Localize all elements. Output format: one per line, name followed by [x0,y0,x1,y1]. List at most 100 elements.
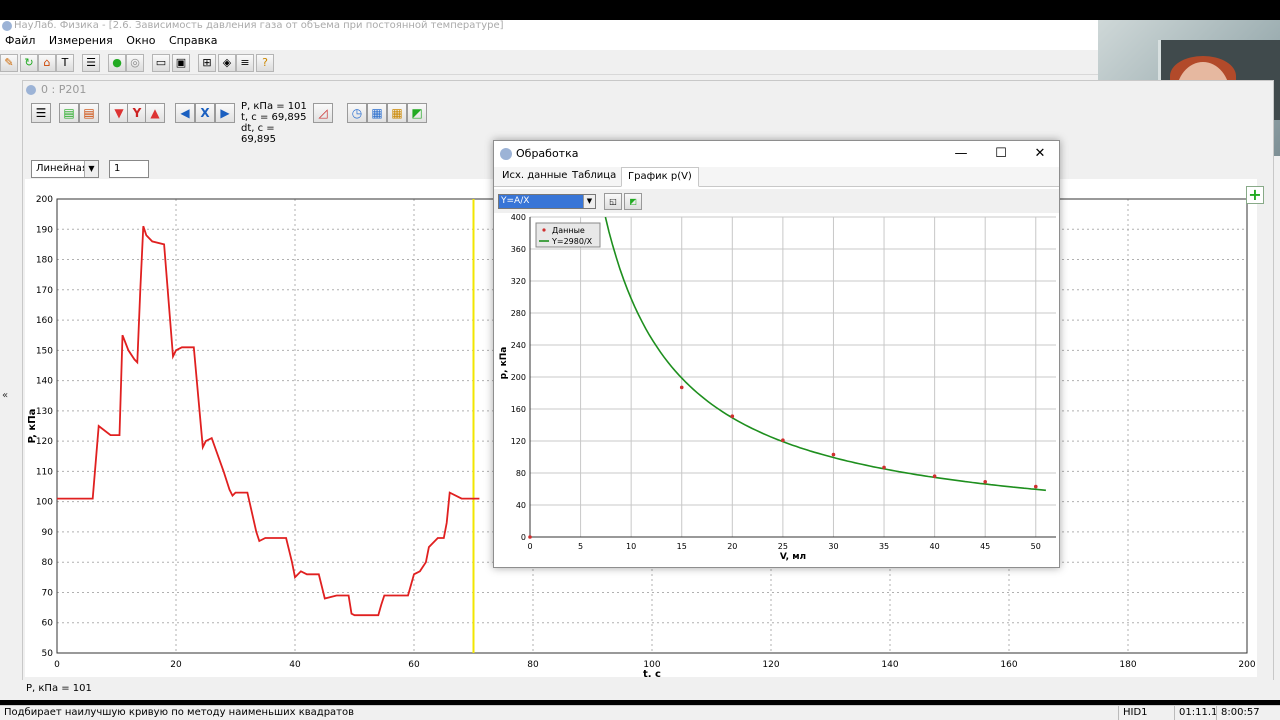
child-window-title: 0 : P201 [41,83,87,96]
chevron-down-icon: ▼ [583,195,595,208]
x-axis-label: V, мл [780,552,806,562]
menu-measurements[interactable]: Измерения [44,32,118,50]
y-axis-label: P, кПа [27,409,38,444]
pressure-volume-chart[interactable]: 0 5 10 15 20 25 30 35 40 45 50 0 40 80 120 160 200 240 280… [494,213,1059,567]
readout-pressure: P, кПа = 101 [241,101,307,112]
window-title: НауЛаб. Физика - [2.6. Зависимость давле… [14,20,504,31]
menu-window[interactable]: Окно [121,32,160,50]
x-tick-label: 20 [727,542,737,551]
close-button[interactable]: ✕ [1020,141,1060,167]
export-icon[interactable]: ◩ [407,103,427,123]
data-point [1033,484,1038,489]
x-tick-label: 50 [1031,542,1041,551]
fit-curve-line [604,217,1046,492]
child-app-icon [26,85,36,95]
menu-file[interactable]: Файл [0,32,40,50]
tab-source-data[interactable]: Исх. данные [496,167,573,187]
window-title-bar: НауЛаб. Физика - [2.6. Зависимость давле… [0,20,1098,32]
x-tick-label: 40 [930,542,940,551]
right-arrow-icon[interactable]: ▶ [215,103,235,123]
stop-icon[interactable]: ◎ [126,54,144,72]
data-point [882,465,886,470]
main-toolbar: ✎ ↻ ⌂ T ☰ ● ◎ ▭ ▣ ⊞ ◈ ≡ ? [0,51,1280,75]
y-tick-label: 110 [36,467,53,477]
y-tick-label: 80 [516,469,526,478]
scale-value: 1 [114,163,121,174]
app-icon [2,21,12,31]
collapse-left-icon[interactable]: « [2,390,8,401]
dialog-toolbar: Y=A/X ▼ ◱ ◩ [494,189,1059,213]
down-arrow-icon[interactable]: ▼ [109,103,129,123]
y-tick-label: 90 [42,528,54,538]
export-chart-icon[interactable]: ◩ [624,193,642,210]
tag-icon[interactable]: ◈ [218,54,236,72]
x-tick-label: 160 [1000,660,1017,670]
fit-curve-icon[interactable]: ◱ [604,193,622,210]
x-axis-label: t, с [643,669,661,677]
fit-model-select[interactable]: Y=A/X ▼ [498,194,596,209]
tool-icon[interactable]: T [56,54,74,72]
status-value: P, кПа = 101 [26,683,92,694]
y-tick-label: 360 [511,245,526,254]
data-point [679,385,684,390]
chart-icon[interactable]: ◿ [313,103,333,123]
up-arrow-icon[interactable]: ▲ [145,103,165,123]
info-icon[interactable]: ? [256,54,274,72]
scale-value-input[interactable]: 1 [109,160,149,178]
y-tick-label: 0 [521,533,526,542]
tree-icon[interactable]: ⊞ [198,54,216,72]
data-point [831,452,836,457]
y-axis-label: p, кПа [499,347,509,380]
fit-model-value: Y=A/X [501,196,530,206]
legend-marker-data [542,228,546,232]
wand-icon[interactable]: ✎ [0,54,18,72]
minimize-button[interactable]: — [941,141,981,167]
menu-help[interactable]: Справка [164,32,222,50]
settings-icon[interactable]: ≡ [236,54,254,72]
table-grid-icon[interactable]: ▦ [387,103,407,123]
scale-mode-select[interactable]: Линейная ▼ [31,160,99,178]
x-tick-label: 60 [408,660,420,670]
x-tick-label: 180 [1119,660,1136,670]
start-icon[interactable]: ● [108,54,126,72]
y-tick-label: 160 [511,405,526,414]
menu-bar: Файл Измерения Окно Справка [0,32,1098,50]
x-tick-label: 25 [778,542,788,551]
readout-time: t, с = 69,895 [241,112,307,123]
left-arrow-icon[interactable]: ◀ [175,103,195,123]
process-icon[interactable]: ▦ [367,103,387,123]
y-tick-label: 120 [511,437,526,446]
dialog-title-bar: Обработка — ☐ ✕ [494,141,1059,167]
y-tick-label: 40 [516,501,526,510]
tab-graph-pv[interactable]: График p(V) [621,167,699,187]
add-plus-icon[interactable]: + [1246,186,1264,204]
y-axis-button[interactable]: Y [127,103,147,123]
green-list-icon[interactable]: ▤ [59,103,79,123]
dialog-title: Обработка [516,147,579,160]
status-elapsed: 01:11.1 [1174,706,1217,720]
camera-icon[interactable]: ▣ [172,54,190,72]
x-axis-button[interactable]: X [195,103,215,123]
y-tick-label: 140 [36,377,53,387]
timer-icon[interactable]: ◷ [347,103,367,123]
list-icon[interactable]: ☰ [82,54,100,72]
legend-label-fit: Y=2980/X [551,237,593,246]
y-tick-label: 240 [511,341,526,350]
y-tick-label: 190 [36,225,53,235]
y-tick-label: 160 [36,316,53,326]
tab-table[interactable]: Таблица [566,167,622,187]
child-window-title-bar: 0 : P201 [23,81,1273,99]
scale-mode-value: Линейная [36,163,88,174]
x-tick-label: 35 [879,542,889,551]
table-icon[interactable]: ▭ [152,54,170,72]
x-tick-label: 20 [170,660,182,670]
red-list-icon[interactable]: ▤ [79,103,99,123]
connect-icon[interactable]: ⌂ [38,54,56,72]
data-point [730,414,735,418]
refresh-icon[interactable]: ↻ [20,54,38,72]
maximize-button[interactable]: ☐ [981,141,1021,167]
y-tick-label: 200 [511,373,526,382]
chevron-down-icon: ▼ [84,161,98,177]
status-clock: 8:00:57 [1216,706,1260,720]
list-view-icon[interactable]: ☰ [31,103,51,123]
